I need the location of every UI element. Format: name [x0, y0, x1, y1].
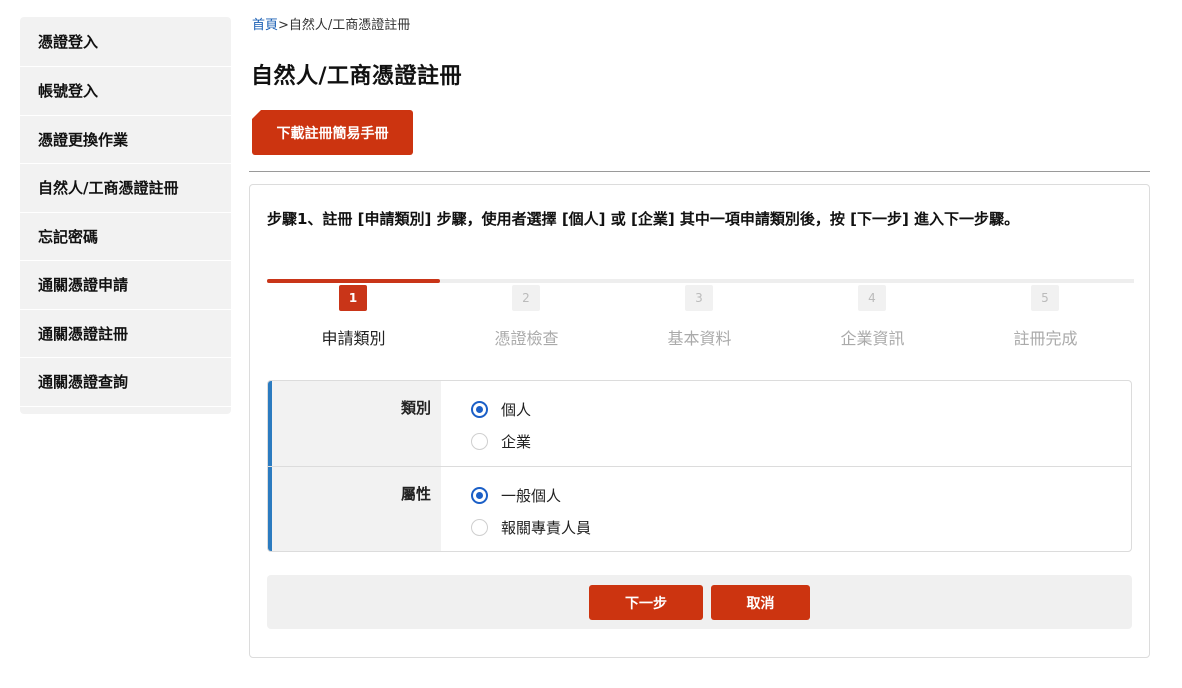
next-step-button[interactable]: 下一步 [589, 585, 703, 620]
step-number: 1 [339, 285, 367, 311]
form-label-cell: 類別 [272, 381, 441, 466]
page-title: 自然人/工商憑證註冊 [251, 64, 463, 89]
step-number: 3 [685, 285, 713, 311]
sidebar-item-forgot-password[interactable]: 忘記密碼 [20, 213, 231, 261]
divider [249, 171, 1150, 172]
sidebar-item-account-login[interactable]: 帳號登入 [20, 67, 231, 116]
download-manual-label: 下載註冊簡易手冊 [276, 124, 389, 141]
action-bar: 下一步 取消 [267, 575, 1132, 629]
corner-fold-icon [252, 110, 261, 119]
breadcrumb-home-link[interactable]: 首頁 [252, 18, 278, 33]
sidebar-item-cert-renewal[interactable]: 憑證更換作業 [20, 116, 231, 164]
sidebar-item-customs-cert-apply[interactable]: 通關憑證申請 [20, 261, 231, 310]
attribute-label: 屬性 [400, 485, 431, 503]
sidebar-item-cert-login[interactable]: 憑證登入 [20, 17, 231, 67]
step-description: 步驟1、註冊 [申請類別] 步驟，使用者選擇 [個人] 或 [企業] 其中一項申… [267, 210, 1020, 228]
step-label: 企業資訊 [840, 329, 905, 348]
option-label: 個人 [501, 400, 532, 419]
form-label-cell: 屬性 [272, 467, 441, 551]
cancel-button[interactable]: 取消 [711, 585, 810, 620]
step-number: 5 [1031, 285, 1059, 311]
sidebar-item-customs-cert-query[interactable]: 通關憑證查詢 [20, 358, 231, 407]
step-number: 2 [512, 285, 540, 311]
sidebar: 憑證登入 帳號登入 憑證更換作業 自然人/工商憑證註冊 忘記密碼 通關憑證申請 … [20, 17, 231, 414]
option-label: 企業 [501, 432, 532, 451]
category-option-individual[interactable]: 個人 [471, 393, 531, 425]
step-number: 4 [858, 285, 886, 311]
step-label: 基本資料 [667, 329, 732, 348]
step-3: 3 基本資料 [613, 277, 786, 357]
attribute-option-customs-broker[interactable]: 報關專責人員 [471, 511, 591, 543]
option-label: 報關專責人員 [501, 518, 592, 537]
step-label: 註冊完成 [1013, 329, 1078, 348]
step-2: 2 憑證檢查 [440, 277, 613, 357]
form-row-attribute: 屬性 一般個人 報關專責人員 [268, 467, 1131, 551]
application-form: 類別 個人 企業 屬性 一般個人 報關專責人員 [267, 380, 1132, 552]
step-4: 4 企業資訊 [786, 277, 959, 357]
step-5: 5 註冊完成 [959, 277, 1132, 357]
radio-unchecked-icon[interactable] [471, 518, 488, 536]
attribute-option-general[interactable]: 一般個人 [471, 479, 591, 511]
category-label: 類別 [400, 399, 431, 417]
attribute-radio-group: 一般個人 報關專責人員 [471, 479, 591, 543]
radio-checked-icon[interactable] [471, 486, 488, 504]
sidebar-item-customs-cert-register[interactable]: 通關憑證註冊 [20, 310, 231, 358]
category-option-enterprise[interactable]: 企業 [471, 425, 531, 457]
radio-unchecked-icon[interactable] [471, 432, 488, 450]
category-radio-group: 個人 企業 [471, 393, 531, 457]
download-manual-button[interactable]: 下載註冊簡易手冊 [252, 110, 413, 155]
form-row-category: 類別 個人 企業 [268, 381, 1131, 467]
step-label: 申請類別 [321, 329, 386, 348]
sidebar-item-cert-registration[interactable]: 自然人/工商憑證註冊 [20, 164, 231, 213]
progress-stepper: 1 申請類別 2 憑證檢查 3 基本資料 4 企業資訊 5 註冊完成 [267, 277, 1134, 357]
step-label: 憑證檢查 [494, 329, 559, 348]
option-label: 一般個人 [501, 486, 562, 505]
step-1: 1 申請類別 [267, 277, 440, 357]
breadcrumb-current: >自然人/工商憑證註冊 [278, 18, 411, 33]
radio-checked-icon[interactable] [471, 400, 488, 418]
registration-card: 步驟1、註冊 [申請類別] 步驟，使用者選擇 [個人] 或 [企業] 其中一項申… [249, 184, 1150, 658]
breadcrumb: 首頁>自然人/工商憑證註冊 [252, 14, 410, 33]
